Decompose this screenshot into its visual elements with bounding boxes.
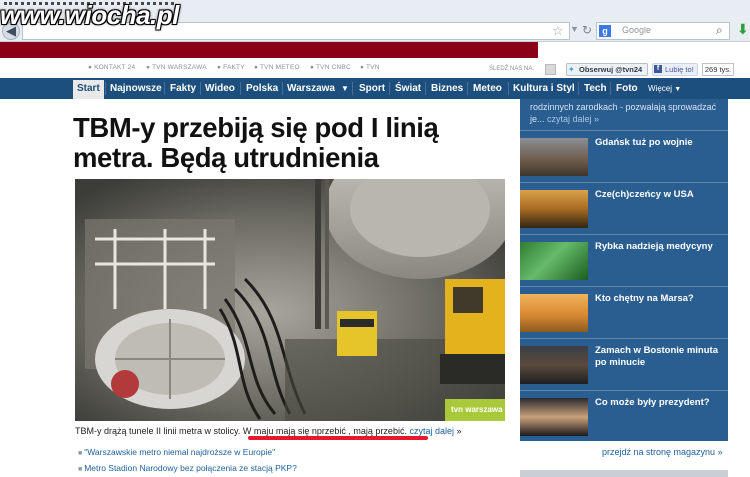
thumbnail-czeczency: [520, 190, 588, 228]
sidebar-item[interactable]: Cze(ch)czeńcy w USA: [520, 182, 728, 234]
download-icon[interactable]: ⬇: [737, 21, 749, 38]
like-label: Lubię to!: [665, 65, 694, 74]
sidebar-intro: rodzinnych zarodkach - pozwalają sprowad…: [530, 102, 717, 124]
nav-item-wideo[interactable]: Wideo: [205, 78, 235, 99]
article-photo[interactable]: tvn warszawa: [75, 179, 505, 421]
sidebar-item[interactable]: Gdańsk tuż po wojnie: [520, 130, 728, 182]
sidebar-footer-bar: [520, 470, 728, 477]
nav-item-kultura[interactable]: Kultura i Styl: [513, 78, 575, 99]
sidebar-item[interactable]: Kto chętny na Marsa?: [520, 286, 728, 338]
top-link-tvn[interactable]: ● TVN: [360, 64, 380, 71]
google-icon[interactable]: g: [599, 25, 611, 37]
nav-item-najnowsze[interactable]: Najnowsze: [110, 78, 162, 99]
red-marker-underline: [248, 436, 428, 440]
top-link-tvn-meteo[interactable]: ● TVN METEO: [254, 64, 300, 71]
nav-item-wiecej[interactable]: Więcej ▼: [648, 78, 681, 99]
thumbnail-mars: [520, 294, 588, 332]
history-dropdown-icon[interactable]: ▼: [570, 24, 579, 34]
follow-label: ŚLEDŹ NAS NA:: [489, 66, 535, 72]
caption-text: TBM-y drążą tunele II linii metra w stol…: [75, 426, 243, 436]
nav-item-sport[interactable]: Sport: [359, 78, 385, 99]
sidebar-read-more[interactable]: czytaj dalej »: [547, 114, 599, 124]
thumbnail-prezydent: [520, 398, 588, 436]
nav-separator: [467, 82, 468, 95]
top-link-kontakt[interactable]: ● KONTAKT 24: [88, 64, 135, 71]
thumbnail-rybka: [520, 242, 588, 280]
nav-item-meteo[interactable]: Meteo: [473, 78, 502, 99]
related-link[interactable]: ■ "Warszawskie metro niemal najdroższe w…: [78, 447, 275, 457]
rss-icon[interactable]: [545, 64, 556, 75]
sidebar-item[interactable]: Co może były prezydent?: [520, 390, 728, 442]
nav-item-biznes[interactable]: Biznes: [431, 78, 463, 99]
nav-separator: [240, 82, 241, 95]
sidebar-item[interactable]: Zamach w Bostonie minuta po minucie: [520, 338, 728, 390]
site-header-band: [0, 42, 538, 58]
sidebar-item[interactable]: Rybka nadzieją medycyny: [520, 234, 728, 286]
sidebar-item-title: Co może były prezydent?: [595, 397, 710, 408]
nav-item-foto[interactable]: Foto: [616, 78, 638, 99]
nav-separator: [578, 82, 579, 95]
twitter-label: Obserwuj @tvn24: [579, 65, 643, 74]
like-count: 269 tys.: [702, 63, 734, 76]
article-headline[interactable]: TBM-y przebiją się pod I linią metra. Bę…: [73, 113, 513, 173]
nav-item-swiat[interactable]: Świat: [395, 78, 421, 99]
nav-separator: [508, 82, 509, 95]
thumbnail-boston: [520, 346, 588, 384]
caption-highlight: W maju mają się nprzebić , mają przebić.: [242, 426, 407, 436]
tbm-machine-photo: [75, 179, 505, 421]
top-link-tvn-warszawa[interactable]: ● TVN WARSZAWA: [146, 64, 207, 71]
related-link[interactable]: ■ Metro Stadion Narodowy bez połączenia …: [78, 463, 297, 473]
nav-separator: [610, 82, 611, 95]
nav-separator: [164, 82, 165, 95]
twitter-bird-icon: ✦: [568, 65, 575, 74]
tvn-warszawa-logo: tvn warszawa: [445, 399, 505, 421]
search-placeholder: Google: [622, 25, 652, 35]
top-link-tvn-cnbc[interactable]: ● TVN CNBC: [310, 64, 351, 71]
sidebar-item-title: Rybka nadzieją medycyny: [595, 241, 713, 252]
top-link-fakty[interactable]: ● FAKTY: [217, 64, 245, 71]
sidebar-item-title: Kto chętny na Marsa?: [595, 293, 694, 304]
bookmark-star-icon[interactable]: ☆: [552, 23, 564, 39]
photo-caption: TBM-y drążą tunele II linii metra w stol…: [75, 426, 515, 436]
sidebar-item-title: Cze(ch)czeńcy w USA: [595, 189, 694, 200]
nav-item-polska[interactable]: Polska: [246, 78, 278, 99]
read-more-link[interactable]: czytaj dalej: [409, 426, 454, 436]
nav-item-start[interactable]: Start: [77, 78, 100, 99]
search-icon[interactable]: ⌕: [716, 23, 723, 38]
browser-search-input[interactable]: [596, 22, 730, 40]
warszawa-dropdown-icon[interactable]: ▼: [341, 78, 349, 99]
nav-separator: [282, 82, 283, 95]
twitter-follow-button[interactable]: Obserwuj @tvn24: [566, 63, 648, 76]
sidebar-item-title: Zamach w Bostonie minuta po minucie: [595, 345, 718, 368]
magazine-link[interactable]: przejdź na stronę magazynu »: [602, 447, 723, 457]
nav-item-warszawa[interactable]: Warszawa: [287, 78, 335, 99]
nav-item-fakty[interactable]: Fakty: [170, 78, 196, 99]
nav-separator: [389, 82, 390, 95]
nav-separator: [425, 82, 426, 95]
read-more-arrow: »: [456, 426, 462, 436]
nav-separator: [200, 82, 201, 95]
nav-separator: [352, 82, 353, 95]
facebook-icon: f: [654, 65, 662, 73]
watermark-text: www.wiocha.pl: [0, 0, 179, 30]
nav-item-tech[interactable]: Tech: [584, 78, 607, 99]
reload-icon[interactable]: ↻: [582, 23, 592, 37]
nav-separator: [105, 82, 106, 95]
thumbnail-gdansk: [520, 138, 588, 176]
sidebar-item-title: Gdańsk tuż po wojnie: [595, 137, 693, 148]
